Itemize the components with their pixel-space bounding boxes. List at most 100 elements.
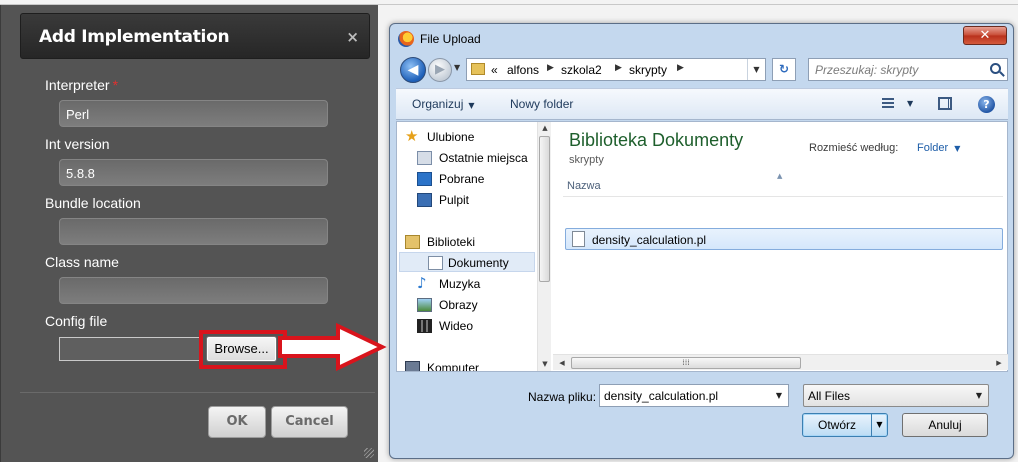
refresh-icon[interactable]: ↻ [772,58,796,81]
nav-item-recent[interactable]: Ostatnie miejsca [417,148,552,168]
horizontal-scrollbar[interactable]: ◀ ⁞⁞⁞ ▶ [553,354,1008,370]
file-type-value: All Files [808,389,851,403]
library-title: Biblioteka Dokumenty [569,130,744,150]
breadcrumb-separator-icon[interactable]: ▶ [547,63,554,73]
firefox-icon [398,31,414,47]
nav-label: Komputer [427,361,480,371]
pictures-icon [417,298,432,312]
open-options-dropdown-icon[interactable]: ▼ [871,414,887,436]
bundle-location-field[interactable] [59,218,328,245]
add-implementation-dialog: Add Implementation × Interpreter * Perl I… [0,5,378,462]
file-name-input[interactable]: density_calculation.pl ▼ [599,384,789,407]
bundle-location-label: Bundle location [45,195,141,211]
address-overflow[interactable]: « [491,63,498,77]
file-name-label: Nazwa pliku: [528,390,597,404]
cancel-upload-button[interactable]: Anuluj [902,413,988,437]
required-marker: * [112,77,119,93]
close-icon[interactable]: × [346,28,359,46]
file-type-select[interactable]: All Files ▼ [803,384,989,407]
address-dropdown-icon[interactable]: ▼ [747,59,765,80]
back-arrow-icon[interactable]: ◀ [400,57,426,83]
chevron-down-icon[interactable]: ▼ [972,385,986,406]
nav-label: Ulubione [427,130,475,144]
forward-arrow-icon[interactable]: ▶ [428,58,452,82]
file-dialog-footer: Nazwa pliku: density_calculation.pl ▼ Al… [396,373,1008,457]
open-button[interactable]: Otwórz ▼ [802,413,888,437]
browser-body: ★ Ulubione Ostatnie miejsca Pobrane Pulpi… [396,121,1008,372]
navigation-pane: ★ Ulubione Ostatnie miejsca Pobrane Pulpi… [397,122,552,371]
dialog-header: Add Implementation × [20,13,370,59]
breadcrumb-separator-icon[interactable]: ▶ [677,63,684,73]
breadcrumb-skrypty[interactable]: skrypty [629,63,667,77]
int-version-field[interactable]: 5.8.8 [59,159,328,186]
preview-pane-icon[interactable] [938,97,952,110]
nav-item-favorites[interactable]: ★ Ulubione [405,127,545,147]
nav-item-libraries[interactable]: Biblioteki [405,232,545,252]
class-name-label: Class name [45,254,119,270]
nav-label: Biblioteki [427,235,476,249]
nav-item-computer[interactable]: Komputer [405,358,545,371]
search-icon[interactable] [990,63,1001,74]
address-bar[interactable]: « alfons ▶ szkola2 ▶ skrypty ▶ ▼ [466,58,766,81]
dialog-separator [20,392,375,393]
organize-menu[interactable]: Organizuj ▼ [412,97,475,111]
scrollbar-thumb[interactable] [539,136,550,282]
open-label: Otwórz [817,418,856,432]
sort-ascending-icon: ▲ [777,172,783,180]
views-dropdown-icon[interactable]: ▼ [907,99,913,108]
nav-label: Pobrane [439,172,485,186]
nav-pane-scrollbar[interactable]: ▲ ▼ [537,122,551,371]
scroll-down-icon[interactable]: ▼ [538,358,552,371]
search-placeholder: Przeszukaj: skrypty [815,63,919,77]
config-file-label: Config file [45,313,108,329]
scroll-up-icon[interactable]: ▲ [538,122,552,135]
file-upload-title: File Upload [420,32,481,46]
cancel-button[interactable]: Cancel [271,406,348,438]
breadcrumb-alfons[interactable]: alfons [507,63,539,77]
breadcrumb-separator-icon[interactable]: ▶ [615,63,622,73]
nav-label: Dokumenty [448,256,509,270]
folder-icon [471,63,485,75]
class-name-field[interactable] [59,277,328,304]
red-arrow-icon [278,322,387,372]
command-toolbar: Organizuj ▼ Nowy folder ▼ ? [396,88,1008,120]
nav-item-videos[interactable]: Wideo [417,316,552,336]
config-file-input[interactable] [59,337,201,361]
chevron-down-icon[interactable]: ▼ [772,385,786,406]
nav-item-pictures[interactable]: Obrazy [417,295,552,315]
views-icon[interactable] [882,98,894,110]
interpreter-field[interactable]: Perl [59,100,328,127]
dialog-title: Add Implementation [39,27,230,47]
star-icon: ★ [405,127,419,145]
chevron-down-icon: ▼ [468,101,475,110]
interpreter-label: Interpreter * [45,77,118,93]
ok-button[interactable]: OK [208,406,266,438]
file-item[interactable]: density_calculation.pl [565,228,1003,250]
browse-button[interactable]: Browse... [206,336,277,362]
scroll-left-icon[interactable]: ◀ [555,355,569,371]
file-upload-dialog: File Upload ✕ ◀ ▶ ▼ « alfons ▶ szkola2 ▶… [389,23,1014,459]
close-window-button[interactable]: ✕ [963,26,1007,45]
nav-label: Muzyka [439,277,481,291]
nav-item-desktop[interactable]: Pulpit [417,190,552,210]
nav-label: Obrazy [439,298,478,312]
column-divider [563,196,1003,197]
scroll-right-icon[interactable]: ▶ [992,355,1006,371]
column-header-name[interactable]: Nazwa [567,180,601,192]
arrange-by-dropdown[interactable]: Folder ▼ [917,142,960,154]
breadcrumb-szkola2[interactable]: szkola2 [561,63,602,77]
nav-item-downloads[interactable]: Pobrane [417,169,552,189]
help-icon[interactable]: ? [978,96,995,113]
nav-item-music[interactable]: ♪ Muzyka [417,274,552,294]
resize-grip-icon[interactable] [364,448,374,458]
nav-item-documents[interactable]: Dokumenty [399,252,535,272]
downloads-icon [417,172,432,186]
new-folder-button[interactable]: Nowy folder [510,97,573,111]
scrollbar-thumb[interactable]: ⁞⁞⁞ [571,357,801,369]
file-name-value: density_calculation.pl [604,389,719,403]
file-upload-titlebar: File Upload ✕ [390,24,1013,54]
search-input[interactable]: Przeszukaj: skrypty [808,58,1008,81]
recent-locations-dropdown-icon[interactable]: ▼ [454,63,460,72]
arrange-by-label: Rozmieść według: [809,142,899,154]
int-version-label: Int version [45,136,110,152]
